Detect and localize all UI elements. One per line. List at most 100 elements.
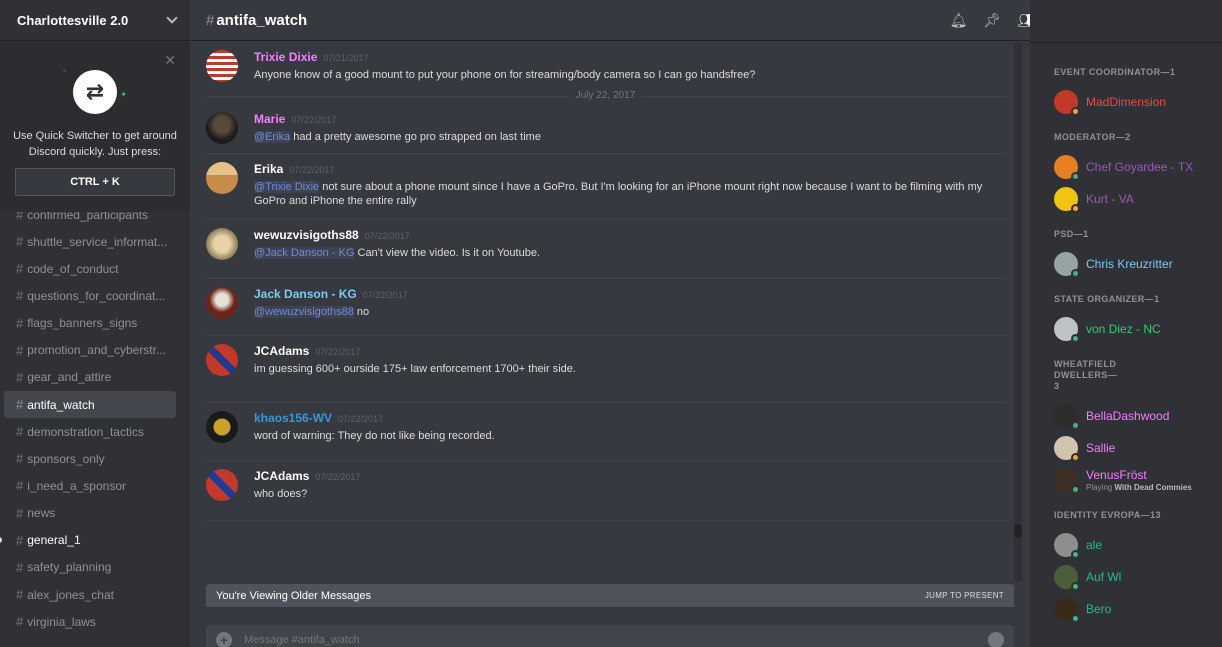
channel-title-text: antifa_watch <box>216 11 308 29</box>
swap-arrows-icon: ⇄ ◦ ✦ <box>63 66 127 114</box>
channel-item[interactable]: # shuttle_service_informat... <box>4 228 176 255</box>
message: Erika 07/22/2017 @Trixie Dixie not sure ab… <box>206 154 1007 220</box>
bell-icon[interactable]: 🔔︎ <box>950 12 968 29</box>
member-item[interactable]: VenusFröst Playing With Dead Commies <box>1030 464 1222 496</box>
channel-item[interactable]: # antifa_watch <box>4 390 176 419</box>
jump-to-present-button[interactable]: JUMP TO PRESENT <box>925 591 1004 600</box>
member-info: VenusFröst Playing With Dead Commies <box>1086 468 1192 492</box>
user-mention[interactable]: @Trixie Dixie <box>254 181 320 193</box>
member-item[interactable]: ale <box>1030 529 1222 561</box>
avatar[interactable] <box>206 469 238 501</box>
channel-item[interactable]: # promotion_and_cyberstr... <box>4 337 176 364</box>
author-name[interactable]: Erika <box>254 162 283 176</box>
message-text: who does? <box>254 487 1007 501</box>
member-group: WHEATFIELD DWELLERS—3 BellaDashwood Sallie… <box>1030 359 1222 496</box>
member-info: MadDimension <box>1086 95 1166 109</box>
author-name[interactable]: JCAdams <box>254 469 309 483</box>
avatar[interactable] <box>206 162 238 194</box>
channel-name: news <box>27 506 56 521</box>
channel-item[interactable]: # i_need_a_sponsor <box>4 472 176 499</box>
channel-name: demonstration_tactics <box>27 424 144 439</box>
member-item[interactable]: Kurt - VA <box>1030 183 1222 215</box>
scrollbar[interactable] <box>1014 42 1022 582</box>
timestamp: 07/22/2017 <box>315 472 361 482</box>
message-content: who does? <box>254 488 308 500</box>
channel-item[interactable]: # general_1 <box>0 527 176 554</box>
pin-icon[interactable]: 📌︎ <box>983 12 1001 29</box>
avatar[interactable] <box>206 287 238 319</box>
channel-name: antifa_watch <box>27 397 95 412</box>
member-item[interactable]: Chef Goyardee - TX <box>1030 151 1222 183</box>
avatar[interactable] <box>206 411 238 443</box>
chat-area: #antifa_watch 🔔︎ 📌︎ 👥︎ ⚲ @ ? Trixie Dixi… <box>190 0 1222 647</box>
emoji-icon[interactable] <box>988 632 1004 647</box>
chevron-down-icon[interactable] <box>166 12 178 24</box>
timestamp: 07/22/2017 <box>364 231 410 241</box>
channel-item[interactable]: # demonstration_tactics <box>4 418 176 445</box>
channel-item[interactable]: # questions_for_coordinat... <box>4 282 176 309</box>
author-name[interactable]: JCAdams <box>254 344 309 358</box>
message-input[interactable] <box>244 634 988 646</box>
user-mention[interactable]: @Jack Danson - KG <box>254 247 355 259</box>
author-name[interactable]: Marie <box>254 112 285 126</box>
timestamp: 07/22/2017 <box>291 115 337 125</box>
author-name[interactable]: Trixie Dixie <box>254 50 317 64</box>
avatar[interactable] <box>206 344 238 376</box>
member-item[interactable]: Bero <box>1030 593 1222 625</box>
scrollbar-thumb[interactable] <box>1014 524 1022 538</box>
member-item[interactable]: Chris Kreuzritter <box>1030 248 1222 280</box>
hash-icon: # <box>16 532 24 548</box>
member-item[interactable]: BellaDashwood <box>1030 400 1222 432</box>
channel-name: i_need_a_sponsor <box>27 478 126 493</box>
avatar <box>1054 90 1080 116</box>
status-dot <box>1071 334 1080 343</box>
author-name[interactable]: Jack Danson - KG <box>254 287 357 301</box>
member-group: IDENTITY EVROPA—13 ale Auf Wl Bero <box>1030 510 1222 625</box>
channel-item[interactable]: # safety_planning <box>4 554 176 581</box>
hash-icon: # <box>16 288 24 304</box>
channel-item[interactable]: # gear_and_attire <box>4 364 176 391</box>
message-content: Anyone know of a good mount to put your … <box>254 69 756 81</box>
avatar[interactable] <box>206 228 238 260</box>
date-divider-label: July 22, 2017 <box>569 90 642 101</box>
avatar[interactable] <box>206 50 238 82</box>
channel-item[interactable]: # sponsors_only <box>4 445 176 472</box>
timestamp: 07/22/2017 <box>315 347 361 357</box>
user-mention[interactable]: @wewuzvisigoths88 <box>254 306 354 318</box>
message-composer: + <box>206 625 1014 647</box>
member-item[interactable]: MadDimension <box>1030 86 1222 118</box>
message-header: Erika 07/22/2017 <box>254 162 1007 176</box>
message-text: @Jack Danson - KG Can't view the video. … <box>254 246 1007 260</box>
channel-list: # confirmed_participants # shuttle_service_… <box>0 201 190 635</box>
channel-item[interactable]: # alex_jones_chat <box>4 581 176 608</box>
hash-icon: # <box>16 587 24 603</box>
server-header[interactable]: Charlottesville 2.0 <box>0 0 190 41</box>
message-header: Marie 07/22/2017 <box>254 112 1007 126</box>
channel-name: questions_for_coordinat... <box>27 288 166 303</box>
hash-icon: # <box>16 559 24 575</box>
member-group-title: EVENT COORDINATOR—1 <box>1054 67 1176 77</box>
message-header: Jack Danson - KG 07/22/2017 <box>254 287 1007 301</box>
hash-icon: # <box>206 11 215 29</box>
member-item[interactable]: Auf Wl <box>1030 561 1222 593</box>
message-body: Trixie Dixie 07/21/2017 Anyone know of a g… <box>254 50 1007 84</box>
channel-item[interactable]: # virginia_laws <box>4 608 176 635</box>
author-name[interactable]: wewuzvisigoths88 <box>254 228 359 242</box>
member-name: Chef Goyardee - TX <box>1086 160 1194 174</box>
channel-item[interactable]: # code_of_conduct <box>4 255 176 282</box>
member-name: von Diez - NC <box>1086 322 1161 336</box>
member-info: von Diez - NC <box>1086 322 1161 336</box>
channel-item[interactable]: # news <box>4 500 176 527</box>
member-group-title: PSD—1 <box>1054 229 1089 239</box>
quick-switcher-tip: ✕ ⇄ ◦ ✦ Use Quick Switcher to get around… <box>0 42 190 212</box>
message-text: @Erika had a pretty awesome go pro strap… <box>254 130 1007 144</box>
channel-item[interactable]: # flags_banners_signs <box>4 310 176 337</box>
member-item[interactable]: Sallie <box>1030 432 1222 464</box>
close-icon[interactable]: ✕ <box>164 52 176 69</box>
upload-plus-icon[interactable]: + <box>216 632 232 647</box>
author-name[interactable]: khaos156-WV <box>254 411 332 425</box>
avatar[interactable] <box>206 112 238 144</box>
user-mention[interactable]: @Erika <box>254 131 291 143</box>
avatar <box>1054 155 1080 181</box>
member-item[interactable]: von Diez - NC <box>1030 313 1222 345</box>
